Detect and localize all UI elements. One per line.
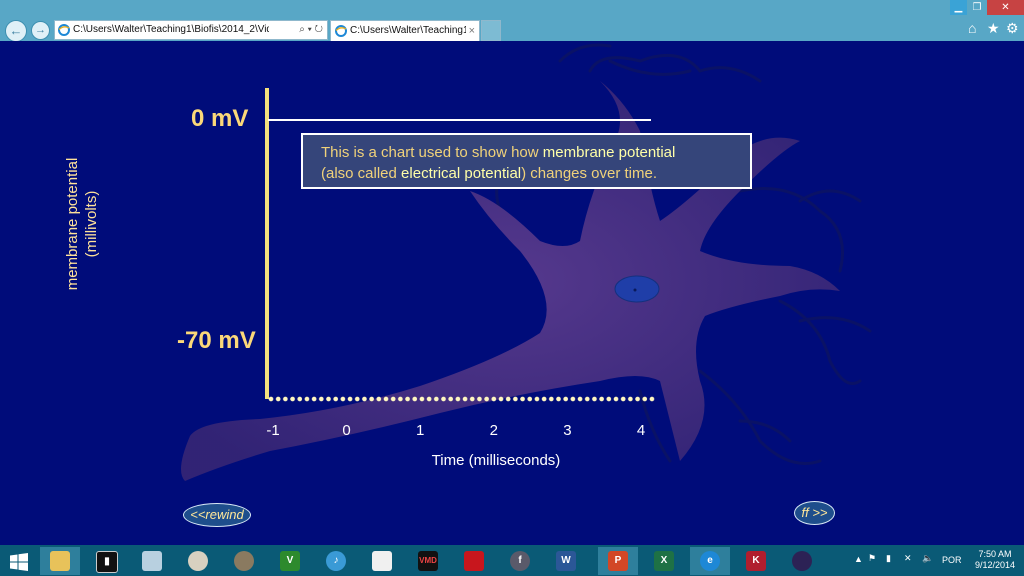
home-icon[interactable]: ⌂ bbox=[968, 20, 976, 36]
taskbar-internet-explorer[interactable]: e bbox=[690, 547, 730, 575]
address-bar[interactable]: C:\Users\Walter\Teaching1\Biofis\2014_2\… bbox=[54, 20, 328, 40]
taskbar-vmd[interactable]: VMD bbox=[408, 547, 448, 575]
back-arrow-icon: ← bbox=[9, 23, 23, 38]
info-text-part1: This is a chart used to show how bbox=[321, 144, 543, 161]
language-indicator[interactable]: POR bbox=[942, 555, 962, 565]
ie-tab-icon bbox=[335, 25, 347, 37]
forward-arrow-icon: → bbox=[35, 24, 46, 36]
tray-flag-icon[interactable]: ⚑ bbox=[868, 553, 876, 564]
x-tick-label: 2 bbox=[489, 422, 498, 439]
internet-explorer-icon: e bbox=[700, 551, 720, 571]
x-tick-label: 4 bbox=[636, 422, 646, 439]
taskbar-powerpoint[interactable]: P bbox=[598, 547, 638, 575]
taskbar-command-prompt[interactable]: ▮ bbox=[86, 547, 126, 575]
gimp-icon bbox=[234, 551, 254, 571]
back-button[interactable]: ← bbox=[5, 20, 27, 42]
y-axis-label-line2: (millivolts) bbox=[83, 190, 100, 258]
y-axis-label-line1: membrane potential bbox=[64, 157, 81, 291]
taskbar-itunes[interactable]: ♪ bbox=[316, 547, 356, 575]
start-button[interactable] bbox=[0, 547, 40, 575]
calculator-icon bbox=[142, 551, 162, 571]
y-axis-line bbox=[265, 88, 269, 399]
time-axis-dotted-line bbox=[268, 396, 656, 402]
x-tick-label: 1 bbox=[416, 422, 425, 439]
terminal-icon: ▮ bbox=[96, 551, 118, 573]
y-tick-minus70mv: -70 mV bbox=[177, 327, 256, 354]
taskbar-file-explorer[interactable] bbox=[40, 547, 80, 575]
tray-network-icon[interactable]: ✕ bbox=[904, 553, 912, 564]
minimize-button[interactable]: ▁ bbox=[950, 0, 967, 15]
vim-icon: V bbox=[280, 551, 300, 571]
clock-time: 7:50 AM bbox=[978, 549, 1012, 559]
music-icon: ♪ bbox=[326, 551, 346, 571]
tab-close-icon[interactable]: × bbox=[469, 21, 475, 41]
tray-show-hidden-icon[interactable]: ▲ bbox=[854, 554, 863, 564]
address-tools[interactable]: ⌕ ▾ ↻ bbox=[299, 21, 323, 39]
fast-forward-button[interactable]: ff >> bbox=[794, 501, 835, 525]
taskbar-eclipse[interactable] bbox=[782, 547, 822, 575]
taskbar-app-pr[interactable] bbox=[362, 547, 402, 575]
new-tab-button[interactable] bbox=[481, 20, 501, 41]
y-tick-0mv: 0 mV bbox=[191, 105, 249, 132]
y-axis-label: membrane potential (millivolts) bbox=[63, 114, 101, 334]
kaspersky-icon: K bbox=[746, 551, 766, 571]
browser-tab[interactable]: C:\Users\Walter\Teaching1... × bbox=[330, 20, 480, 41]
vmd-icon: VMD bbox=[418, 551, 438, 571]
browser-chrome: ▁ ❐ ✕ ← → C:\Users\Walter\Teaching1\Biof… bbox=[0, 0, 1024, 42]
x-tick-label: 3 bbox=[563, 422, 572, 439]
tray-battery-icon[interactable]: ▮ bbox=[886, 553, 891, 564]
taskbar-acrobat[interactable] bbox=[454, 547, 494, 575]
eclipse-icon bbox=[792, 551, 812, 571]
pr-app-icon bbox=[372, 551, 392, 571]
taskbar-calculator[interactable] bbox=[132, 547, 172, 575]
pdf-icon bbox=[464, 551, 484, 571]
slide-content: 0 mV -70 mV membrane potential (millivol… bbox=[0, 41, 1024, 545]
word-icon: W bbox=[556, 551, 576, 571]
zero-mv-line bbox=[268, 119, 651, 121]
taskbar-word[interactable]: W bbox=[546, 547, 586, 575]
ie-page-icon bbox=[58, 24, 70, 36]
nucleus-shape bbox=[614, 275, 660, 303]
x-axis-label: Time (milliseconds) bbox=[431, 452, 561, 469]
taskbar-gimp[interactable] bbox=[224, 547, 264, 575]
taskbar-flash[interactable]: f bbox=[500, 547, 540, 575]
info-highlight-membrane-potential: membrane potential bbox=[542, 144, 676, 161]
paint-icon bbox=[188, 551, 208, 571]
address-url: C:\Users\Walter\Teaching1\Biofis\2014_2\… bbox=[73, 24, 269, 35]
info-box: This is a chart used to show how membran… bbox=[301, 133, 752, 189]
close-window-button[interactable]: ✕ bbox=[987, 0, 1024, 15]
folder-icon bbox=[50, 551, 70, 571]
excel-icon: X bbox=[654, 551, 674, 571]
taskbar-vim[interactable]: V bbox=[270, 547, 310, 575]
settings-gear-icon[interactable]: ⚙ bbox=[1006, 20, 1019, 37]
info-highlight-electrical-potential: electrical potential bbox=[401, 165, 522, 182]
clock-date: 9/12/2014 bbox=[974, 560, 1016, 570]
windows-logo-icon bbox=[10, 553, 28, 571]
x-tick-label: 0 bbox=[342, 422, 351, 439]
tab-title: C:\Users\Walter\Teaching1... bbox=[350, 25, 466, 36]
tray-volume-icon[interactable]: 🔈 bbox=[922, 553, 933, 564]
taskbar-kaspersky[interactable]: K bbox=[736, 547, 776, 575]
restore-button[interactable]: ❐ bbox=[968, 0, 986, 15]
taskbar: ▮ V ♪ VMD f W P X e K ▲ ⚑ ▮ ✕ 🔈 POR 7:50… bbox=[0, 545, 1024, 576]
taskbar-paint[interactable] bbox=[178, 547, 218, 575]
info-text-part3: ) changes over time. bbox=[521, 165, 658, 182]
neuron-illustration bbox=[181, 43, 872, 481]
flash-icon: f bbox=[510, 551, 530, 571]
x-tick-label: -1 bbox=[266, 422, 280, 439]
info-text-part2: (also called bbox=[321, 165, 402, 182]
powerpoint-icon: P bbox=[608, 551, 628, 571]
forward-button[interactable]: → bbox=[31, 21, 50, 40]
rewind-button[interactable]: <<rewind bbox=[183, 503, 251, 527]
taskbar-excel[interactable]: X bbox=[644, 547, 684, 575]
clock[interactable]: 7:50 AM 9/12/2014 bbox=[968, 549, 1022, 571]
favorites-star-icon[interactable]: ★ bbox=[987, 20, 1000, 37]
